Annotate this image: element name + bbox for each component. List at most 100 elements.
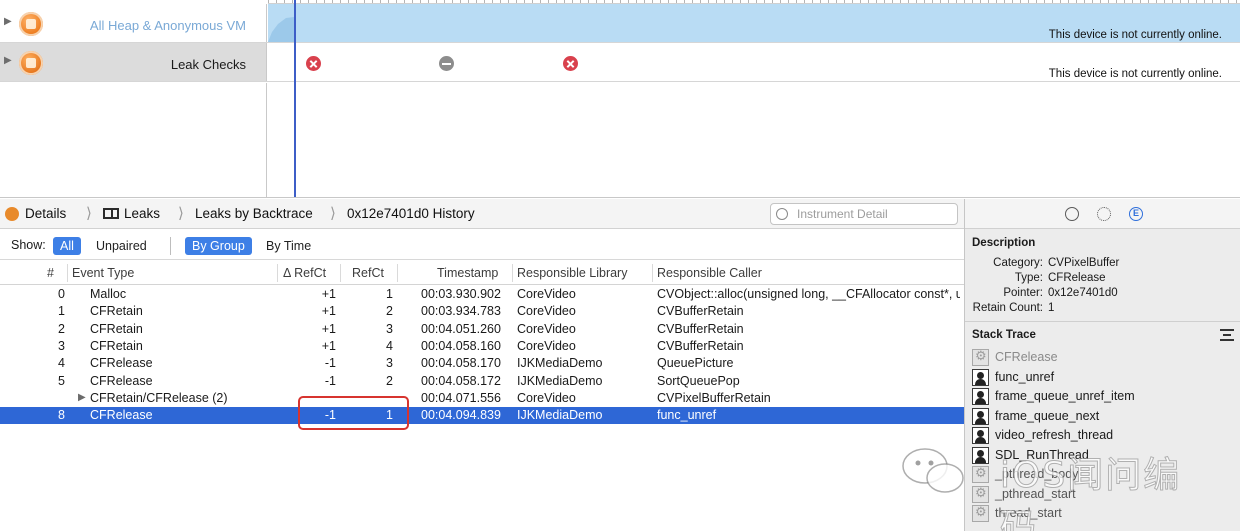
cell-delta-refct: -1 — [324, 373, 336, 388]
cell-number: 1 — [58, 304, 65, 318]
leak-found-marker-icon[interactable] — [563, 56, 578, 71]
frame-name: video_refresh_thread — [995, 428, 1114, 442]
stack-frame[interactable]: _pthread_body — [971, 465, 1237, 485]
description-title: Description — [972, 237, 1036, 249]
cell-delta-refct: +1 — [321, 304, 336, 318]
description-value: CVPixelBuffer — [1048, 257, 1120, 269]
track-allocations[interactable]: ▶ All Heap & Anonymous VM This device is… — [0, 4, 1240, 43]
instrument-detail-search[interactable] — [770, 203, 958, 225]
stack-frame[interactable]: frame_queue_next — [971, 407, 1237, 427]
column-header-delta-refct[interactable]: Δ RefCt — [283, 266, 326, 280]
cell-timestamp: 00:04.058.172 — [421, 373, 501, 388]
leak-found-marker-icon[interactable] — [306, 56, 321, 71]
gear-icon[interactable] — [1097, 207, 1111, 221]
cell-caller: func_unref — [657, 407, 717, 422]
cell-refct: 3 — [386, 321, 393, 336]
breadcrumb-leaks[interactable]: Leaks — [124, 206, 160, 221]
record-settings-icon[interactable] — [1065, 207, 1079, 221]
table-row[interactable]: 0 Malloc +1 1 00:03.930.902 CoreVideo CV… — [0, 286, 964, 303]
device-offline-message: This device is not currently online. — [1048, 68, 1222, 80]
track-label-allocations[interactable]: ▶ All Heap & Anonymous VM — [0, 4, 267, 42]
table-row[interactable]: 5 CFRelease -1 2 00:04.058.172 IJKMediaD… — [0, 373, 964, 390]
filter-all-button[interactable]: All — [53, 237, 81, 255]
column-header-caller[interactable]: Responsible Caller — [657, 266, 762, 280]
table-row[interactable]: 1 CFRetain +1 2 00:03.934.783 CoreVideo … — [0, 303, 964, 320]
column-header-timestamp[interactable]: Timestamp — [437, 266, 498, 280]
stack-trace-options-icon[interactable] — [1220, 329, 1234, 341]
details-icon — [5, 207, 19, 221]
cell-number: 4 — [58, 356, 65, 370]
stack-frame[interactable]: func_unref — [971, 368, 1237, 388]
extended-detail-icon[interactable]: E — [1129, 207, 1143, 221]
column-divider[interactable] — [340, 264, 341, 282]
instrument-tracks: ▶ All Heap & Anonymous VM This device is… — [0, 0, 1240, 198]
user-frame-icon — [972, 368, 989, 386]
breadcrumb-details[interactable]: Details — [25, 206, 66, 221]
cell-caller: CVBufferRetain — [657, 321, 744, 336]
search-input[interactable] — [797, 206, 952, 222]
breadcrumb-backtrace[interactable]: Leaks by Backtrace — [195, 206, 313, 221]
stack-frame[interactable]: _pthread_start — [971, 485, 1237, 505]
column-header-refct[interactable]: RefCt — [352, 266, 384, 280]
user-frame-icon — [972, 446, 989, 464]
cell-timestamp: 00:03.930.902 — [421, 287, 501, 301]
cell-refct: 4 — [386, 339, 393, 353]
cell-delta-refct: +1 — [321, 287, 336, 301]
track-label-leaks[interactable]: ▶ Leak Checks — [0, 43, 267, 81]
cell-event-type: CFRetain/CFRelease (2) — [90, 390, 228, 405]
stack-frame[interactable]: video_refresh_thread — [971, 426, 1237, 446]
cell-caller: SortQueuePop — [657, 373, 740, 388]
stack-frame[interactable]: SDL_RunThread — [971, 446, 1237, 466]
column-header-library[interactable]: Responsible Library — [517, 266, 627, 280]
cell-library: IJKMediaDemo — [517, 356, 603, 370]
cell-refct: 1 — [386, 287, 393, 301]
cell-timestamp: 00:04.051.260 — [421, 321, 501, 336]
column-divider[interactable] — [277, 264, 278, 282]
column-divider[interactable] — [67, 264, 68, 282]
cell-delta-refct: +1 — [321, 339, 336, 353]
table-row-selected[interactable]: 8 CFRelease -1 1 00:04.094.839 IJKMediaD… — [0, 406, 964, 424]
table-row[interactable]: 2 CFRetain +1 3 00:04.051.260 CoreVideo … — [0, 321, 964, 338]
device-offline-message: This device is not currently online. — [1048, 29, 1222, 41]
stack-trace-title: Stack Trace — [972, 329, 1036, 341]
column-divider[interactable] — [512, 264, 513, 282]
disclosure-triangle-icon[interactable]: ▶ — [78, 392, 86, 403]
cell-caller: CVBufferRetain — [657, 304, 744, 318]
track-leaks[interactable]: ▶ Leak Checks This device is not current… — [0, 43, 1240, 82]
allocations-graph[interactable]: This device is not currently online. — [268, 4, 1240, 42]
frame-name: CFRelease — [995, 350, 1058, 364]
table-row[interactable]: 4 CFRelease -1 3 00:04.058.170 IJKMediaD… — [0, 355, 964, 372]
table-row[interactable]: 3 CFRetain +1 4 00:04.058.160 CoreVideo … — [0, 338, 964, 355]
disclosure-triangle-icon[interactable]: ▶ — [4, 55, 12, 66]
description-row: Type: CFRelease — [965, 272, 1240, 287]
user-frame-icon — [972, 407, 989, 425]
disclosure-triangle-icon[interactable]: ▶ — [4, 16, 12, 27]
filter-unpaired-button[interactable]: Unpaired — [89, 237, 154, 255]
playhead[interactable] — [294, 0, 296, 197]
stack-frame[interactable]: thread_start — [971, 504, 1237, 524]
column-header-number[interactable]: # — [47, 266, 54, 280]
cell-number: 5 — [58, 373, 65, 388]
system-frame-icon — [972, 348, 989, 366]
cell-timestamp: 00:03.934.783 — [421, 304, 501, 318]
no-leak-marker-icon[interactable] — [439, 56, 454, 71]
cell-library: CoreVideo — [517, 287, 576, 301]
stack-frame[interactable]: CFRelease — [971, 348, 1237, 368]
column-divider[interactable] — [652, 264, 653, 282]
table-row-group[interactable]: ▶ CFRetain/CFRelease (2) 00:04.071.556 C… — [0, 390, 964, 407]
inspector-tabs: E — [965, 199, 1240, 229]
by-group-button[interactable]: By Group — [185, 237, 252, 255]
stack-frame[interactable]: frame_queue_unref_item — [971, 387, 1237, 407]
cell-timestamp: 00:04.094.839 — [421, 407, 501, 422]
column-header-event-type[interactable]: Event Type — [72, 266, 134, 280]
cell-refct: 2 — [386, 304, 393, 318]
chevron-right-icon: ⟩ — [330, 205, 336, 222]
column-divider[interactable] — [397, 264, 398, 282]
cell-event-type: CFRetain — [90, 339, 143, 353]
breadcrumb-history[interactable]: 0x12e7401d0 History — [347, 206, 475, 221]
frame-name: thread_start — [995, 506, 1062, 520]
cell-delta-refct: +1 — [321, 321, 336, 336]
frame-name: _pthread_body — [995, 467, 1079, 481]
leaks-graph[interactable]: This device is not currently online. — [268, 43, 1240, 81]
by-time-button[interactable]: By Time — [259, 237, 318, 255]
